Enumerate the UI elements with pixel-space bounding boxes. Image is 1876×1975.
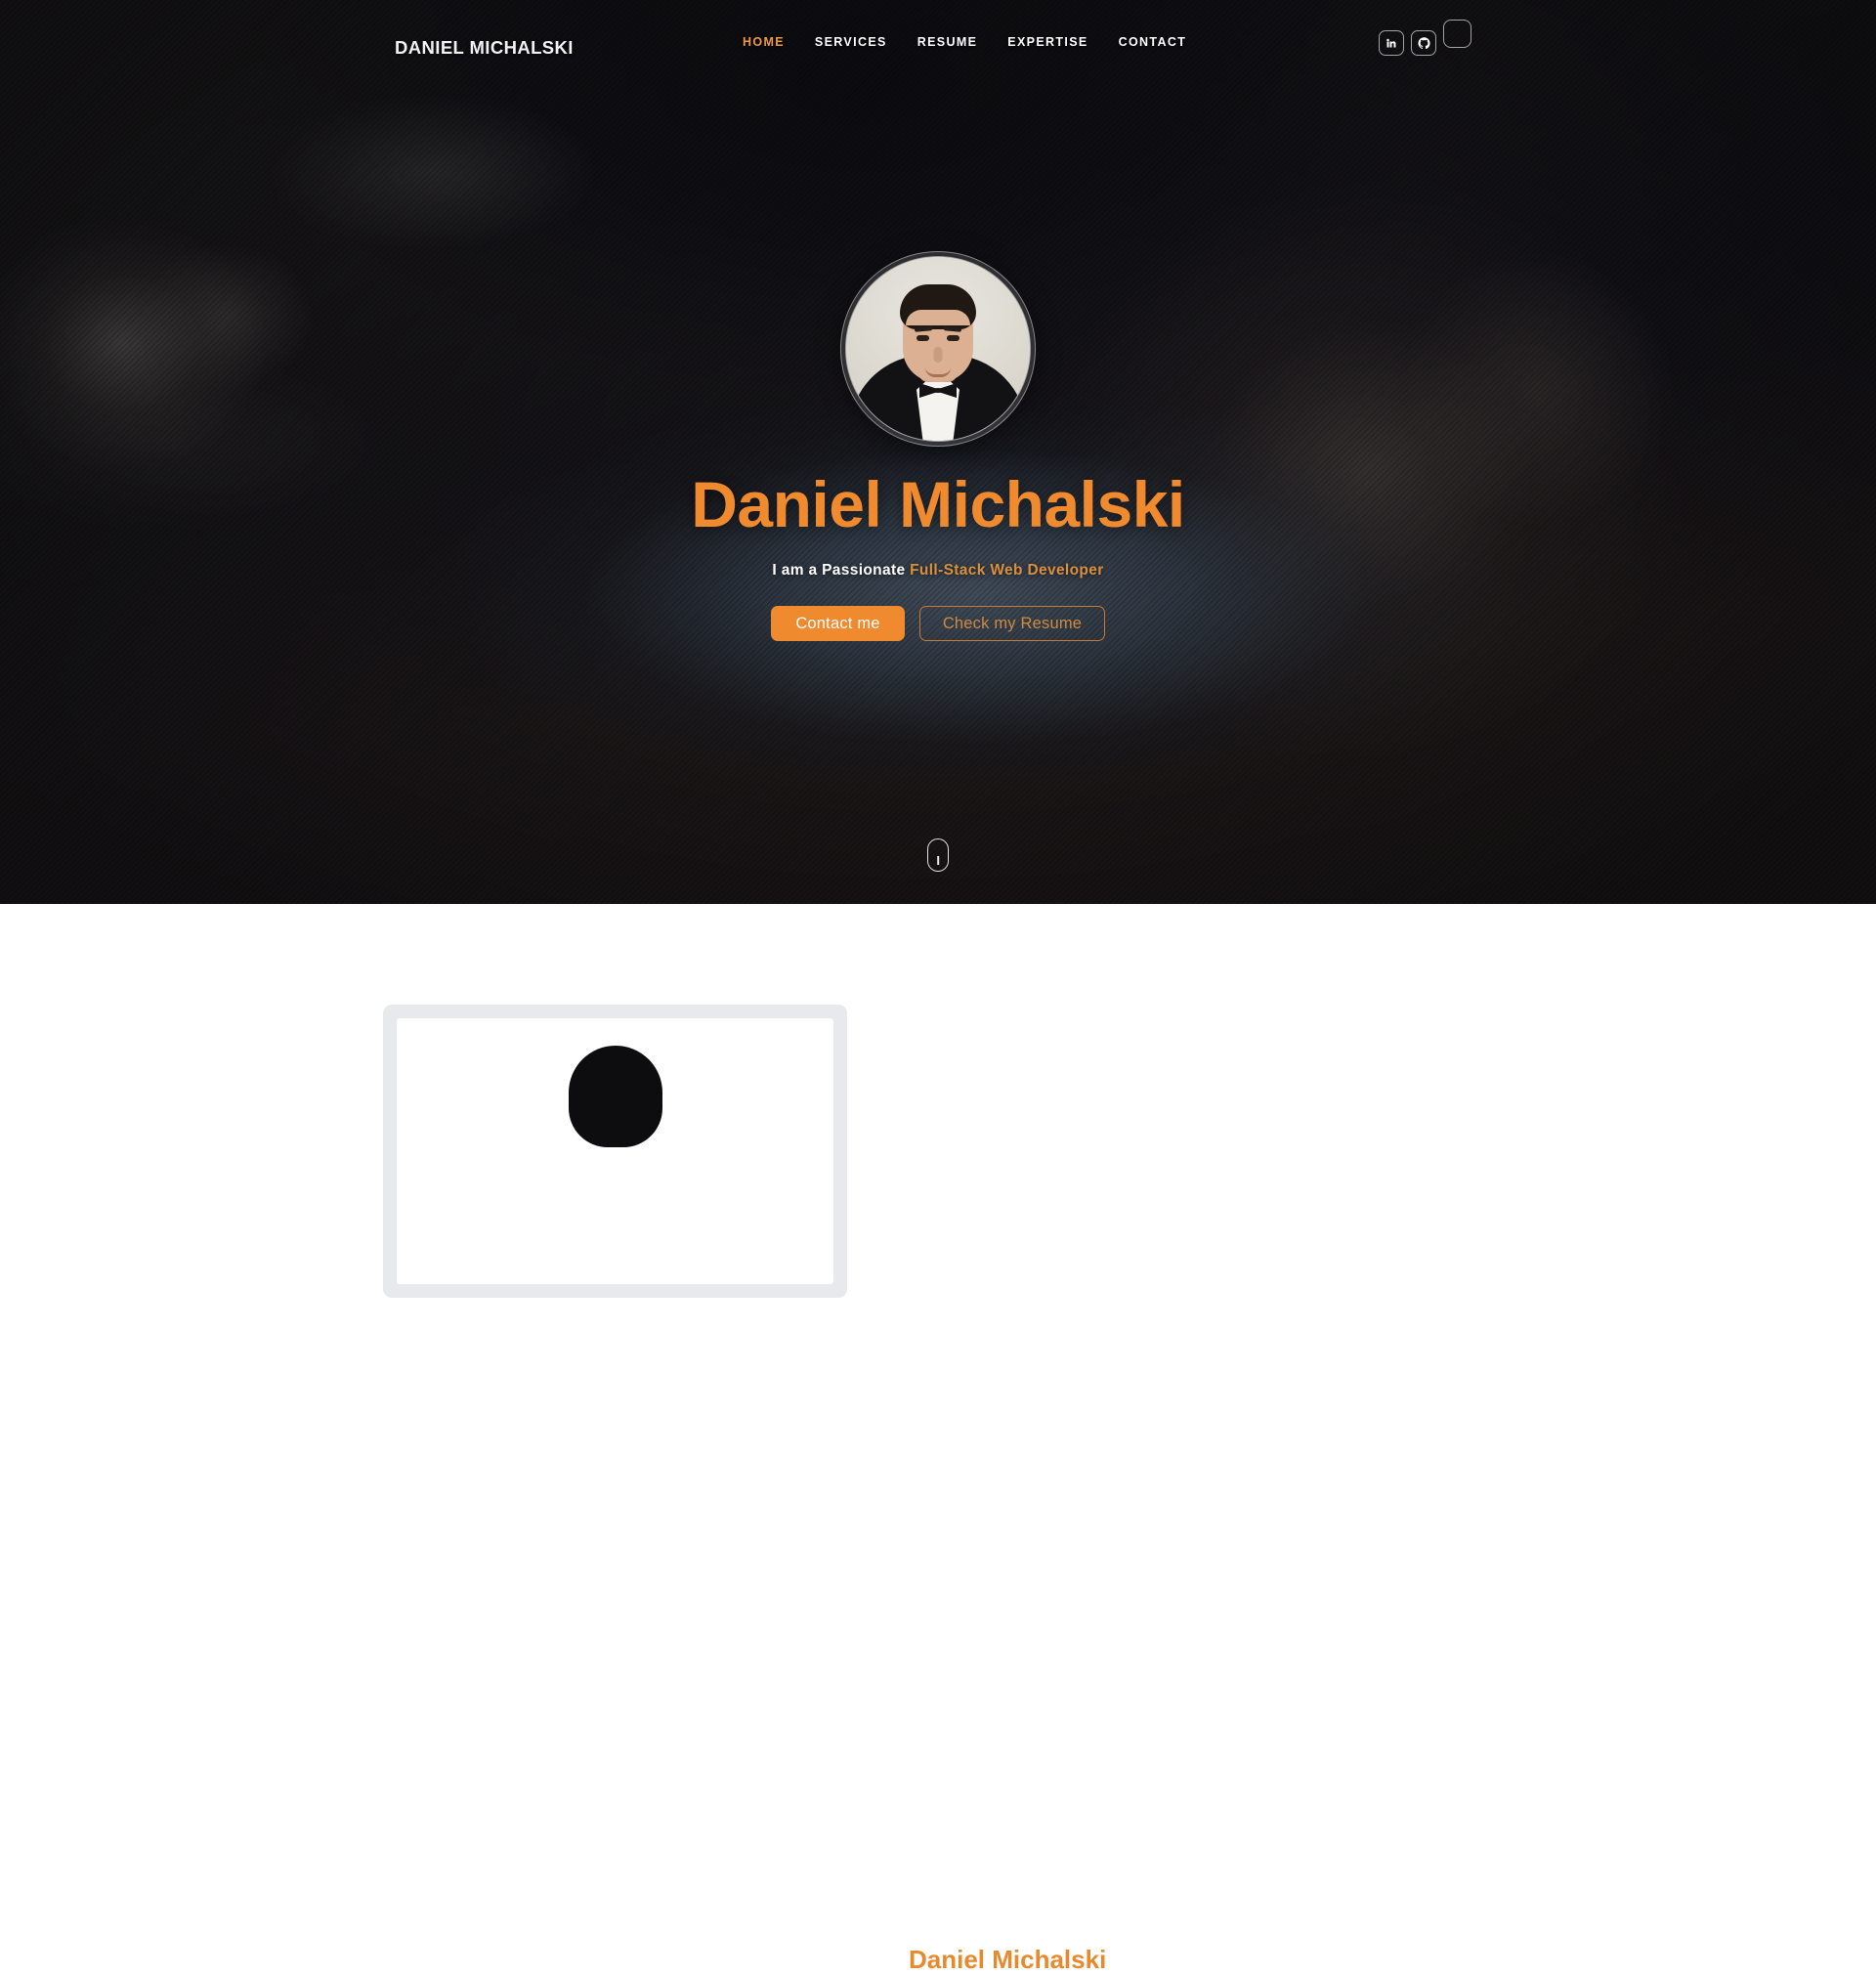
contact-me-button[interactable]: Contact me bbox=[771, 606, 905, 641]
check-resume-button[interactable]: Check my Resume bbox=[919, 606, 1105, 641]
nav-item-services[interactable]: SERVICES bbox=[815, 35, 887, 49]
site-logo[interactable]: DANIEL MICHALSKI bbox=[395, 37, 574, 59]
site-header: DANIEL MICHALSKI HOME SERVICES RESUME EX… bbox=[0, 0, 1876, 78]
nav-item-resume[interactable]: RESUME bbox=[917, 35, 978, 49]
social-links bbox=[1379, 20, 1471, 59]
nav-item-expertise[interactable]: EXPERTISE bbox=[1007, 35, 1087, 49]
hero-section: DANIEL MICHALSKI HOME SERVICES RESUME EX… bbox=[0, 0, 1876, 904]
about-title: Daniel Michalski bbox=[909, 1945, 1107, 1974]
about-image-frame bbox=[383, 1005, 847, 1298]
about-section: Daniel Michalski bbox=[0, 904, 1876, 1974]
nav-item-contact[interactable]: CONTACT bbox=[1119, 35, 1187, 49]
scroll-down-mouse-icon[interactable] bbox=[927, 838, 949, 872]
hero-actions: Contact me Check my Resume bbox=[0, 606, 1876, 641]
hero-subtitle-prefix: I am a Passionate bbox=[772, 562, 911, 579]
linkedin-icon[interactable] bbox=[1379, 30, 1404, 56]
github-icon[interactable] bbox=[1411, 30, 1436, 56]
nav-item-home[interactable]: HOME bbox=[743, 35, 785, 49]
broken-image-icon[interactable] bbox=[1443, 20, 1471, 48]
hero-subtitle: I am a Passionate Full-Stack Web Develop… bbox=[0, 562, 1876, 580]
page-title: Daniel Michalski bbox=[691, 468, 1185, 540]
about-image bbox=[397, 1018, 833, 1284]
hero-subtitle-accent: Full-Stack Web Developer bbox=[910, 562, 1104, 579]
main-navigation: HOME SERVICES RESUME EXPERTISE CONTACT bbox=[743, 35, 1186, 49]
hero-content: Daniel Michalski I am a Passionate Full-… bbox=[0, 0, 1876, 904]
avatar-image bbox=[846, 257, 1030, 441]
avatar bbox=[840, 251, 1036, 447]
